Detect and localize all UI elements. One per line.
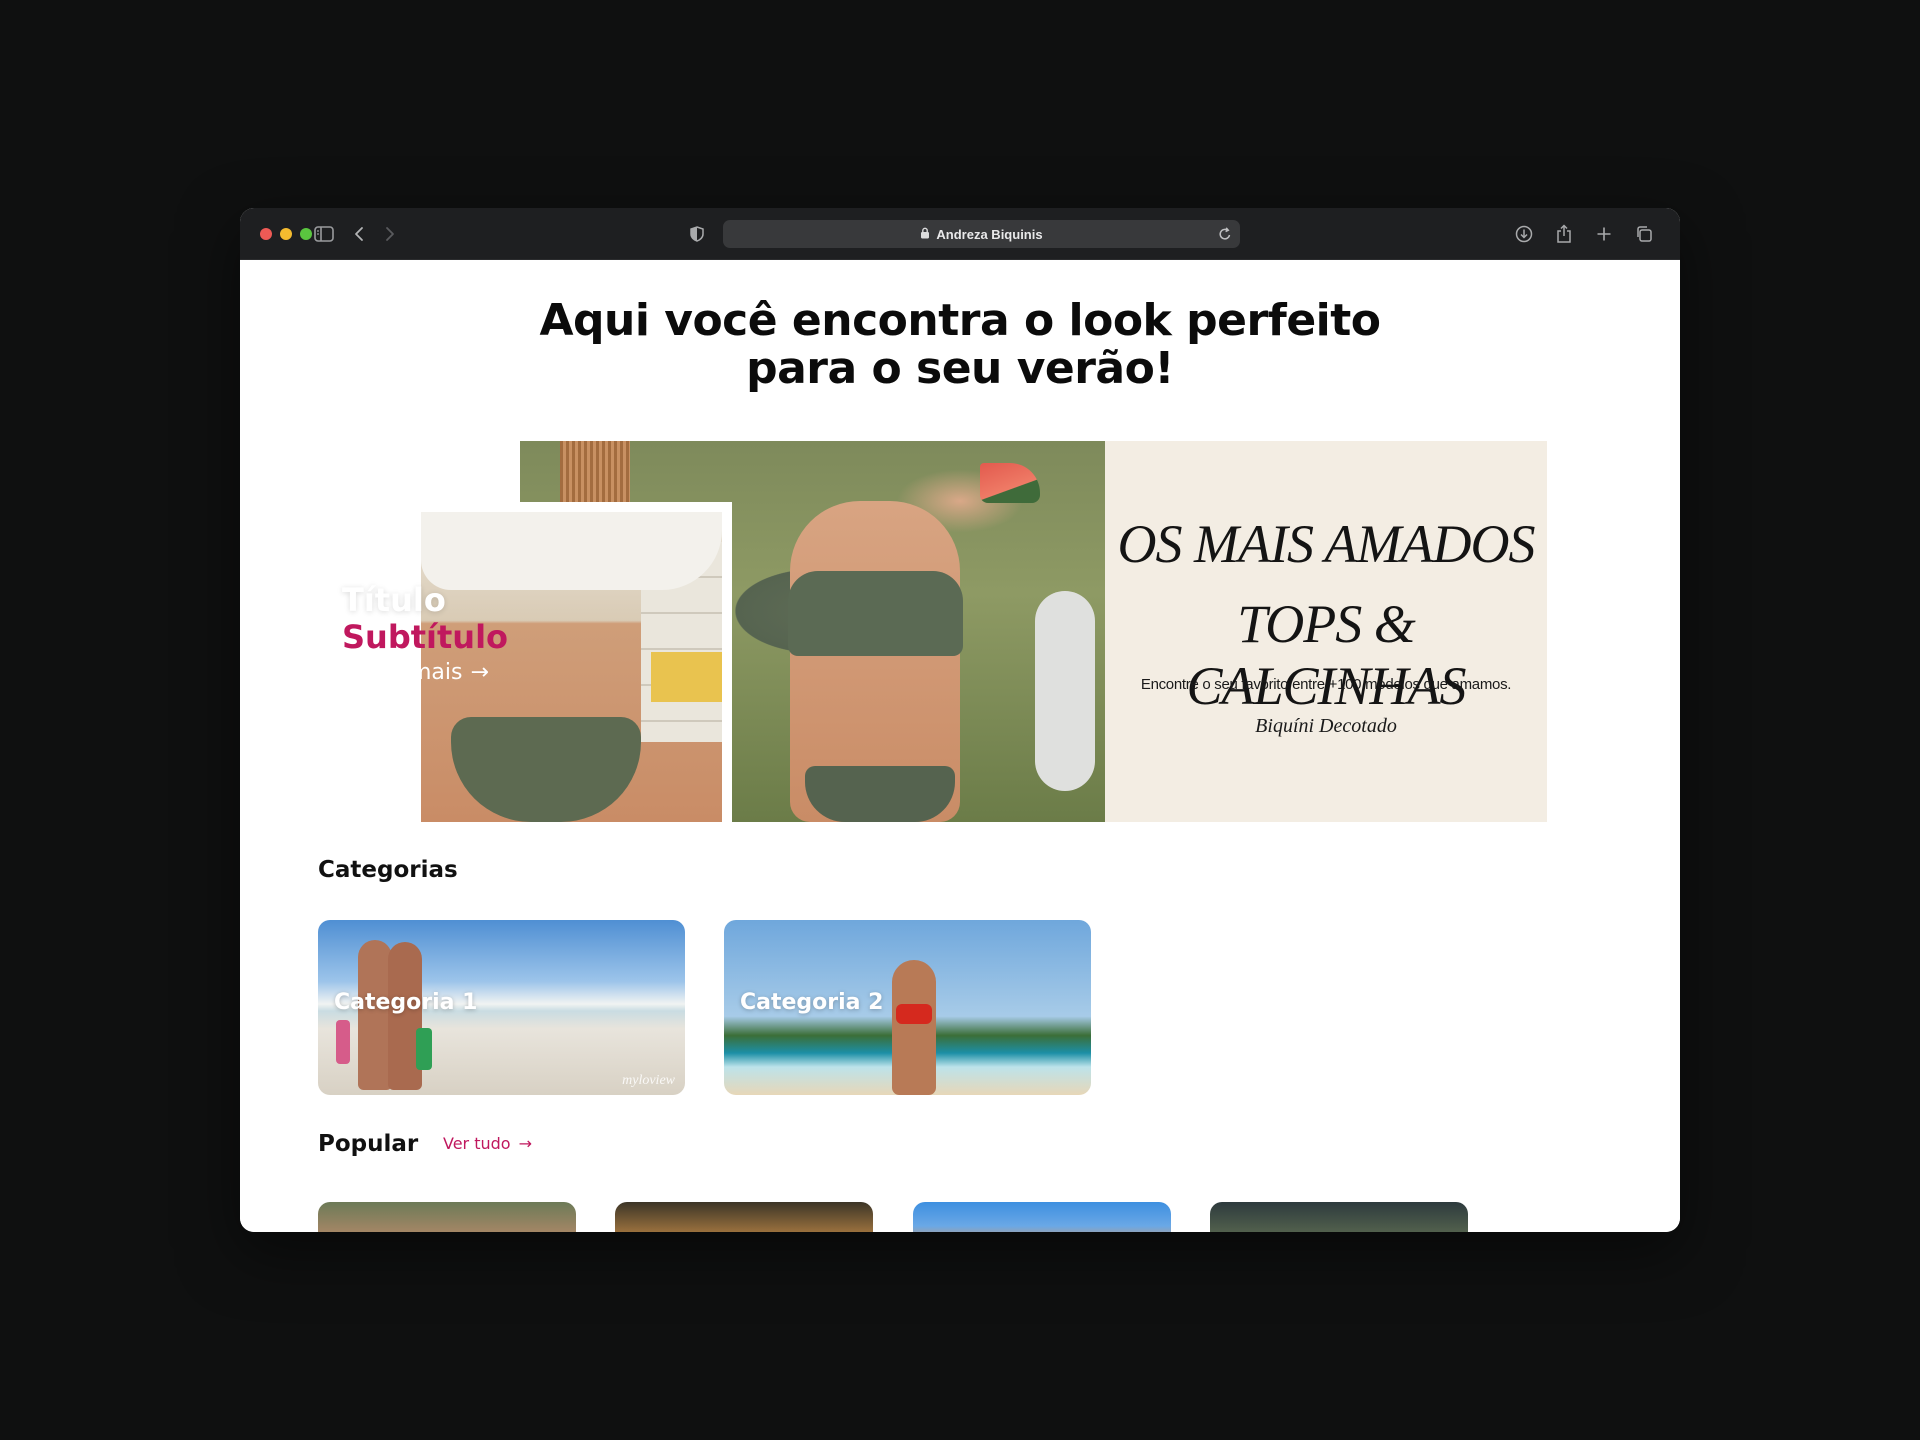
- view-all-label: Ver tudo: [443, 1134, 511, 1153]
- hero-promo-panel: OS MAIS AMADOS TOPS & CALCINHAS Encontre…: [1105, 441, 1547, 822]
- bikini-top-shape: [896, 1004, 932, 1024]
- minimize-window-button[interactable]: [280, 228, 292, 240]
- promo-heading-line-2: TOPS & CALCINHAS: [1186, 594, 1466, 716]
- model-figure: [358, 940, 392, 1090]
- close-window-button[interactable]: [260, 228, 272, 240]
- arrow-right-icon: →: [518, 1134, 532, 1153]
- yellow-board-shape: [651, 652, 722, 702]
- bikini-bottom-shape: [805, 766, 955, 822]
- zoom-window-button[interactable]: [300, 228, 312, 240]
- category-label: Categoria 1: [334, 990, 478, 1015]
- popular-title: Popular: [318, 1131, 419, 1157]
- headline-line-2: para o seu verão!: [746, 343, 1174, 394]
- popular-product-card[interactable]: [1210, 1202, 1468, 1232]
- reload-icon[interactable]: [1218, 226, 1232, 245]
- category-card-1[interactable]: Categoria 1 myloview: [318, 920, 685, 1095]
- page-headline: Aqui você encontra o look perfeito para …: [240, 297, 1680, 393]
- page-content: Aqui você encontra o look perfeito para …: [240, 260, 1680, 1232]
- arrow-right-icon: →: [470, 660, 489, 685]
- hero-caption: Título Subtítulo Saiba mais →: [342, 582, 508, 690]
- snorkel-fins-shape: [336, 1020, 350, 1064]
- promo-product-name: Biquíni Decotado: [1255, 715, 1397, 737]
- browser-toolbar: Andreza Biquinis: [240, 208, 1680, 260]
- share-icon[interactable]: [1552, 222, 1576, 246]
- new-tab-icon[interactable]: [1592, 222, 1616, 246]
- shirt-shape: [421, 512, 722, 590]
- bikini-top-shape: [788, 571, 963, 656]
- privacy-shield-icon[interactable]: [685, 222, 709, 246]
- hero-caption-title: Título: [342, 581, 446, 619]
- lock-icon: [920, 227, 930, 242]
- popular-product-card[interactable]: [318, 1202, 576, 1232]
- popular-product-card[interactable]: [913, 1202, 1171, 1232]
- browser-window: Andreza Biquinis Aqui você encontra o lo…: [240, 208, 1680, 1232]
- image-watermark: myloview: [622, 1073, 675, 1088]
- promo-subtitle: Encontre o seu favorito entre +100 model…: [1140, 676, 1512, 693]
- address-bar[interactable]: Andreza Biquinis: [723, 220, 1240, 248]
- watermelon-shape: [980, 463, 1040, 503]
- downloads-icon[interactable]: [1512, 222, 1536, 246]
- promo-heading-line-1: OS MAIS AMADOS: [1117, 514, 1536, 574]
- categories-title: Categorias: [318, 857, 458, 883]
- forward-icon[interactable]: [378, 222, 402, 246]
- saiba-mais-label: Saiba mais: [342, 660, 463, 685]
- view-all-link[interactable]: Ver tudo →: [443, 1134, 532, 1153]
- fringe-decoration: [560, 441, 630, 511]
- headline-line-1: Aqui você encontra o look perfeito: [539, 295, 1382, 346]
- surfboard-shape: [1035, 591, 1095, 791]
- saiba-mais-link[interactable]: Saiba mais →: [342, 656, 508, 690]
- snorkel-fins-shape: [416, 1028, 432, 1070]
- category-label: Categoria 2: [740, 990, 884, 1015]
- popular-product-card[interactable]: [615, 1202, 873, 1232]
- hero-banner[interactable]: OS MAIS AMADOS TOPS & CALCINHAS Encontre…: [421, 441, 1547, 822]
- bikini-bottom-inset-shape: [451, 717, 641, 822]
- back-icon[interactable]: [347, 222, 371, 246]
- sidebar-toggle-icon[interactable]: [312, 222, 336, 246]
- url-text: Andreza Biquinis: [936, 226, 1043, 242]
- model-figure: [892, 960, 936, 1095]
- hero-caption-subtitle: Subtítulo: [342, 618, 509, 656]
- tab-overview-icon[interactable]: [1632, 222, 1656, 246]
- category-card-2[interactable]: Categoria 2: [724, 920, 1091, 1095]
